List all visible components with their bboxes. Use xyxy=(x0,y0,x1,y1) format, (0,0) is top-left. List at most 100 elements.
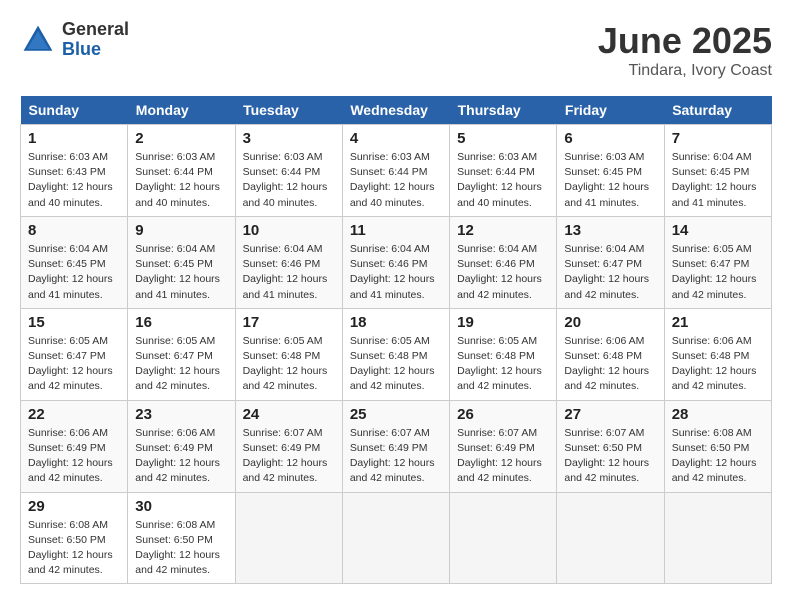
calendar-day-cell: 28 Sunrise: 6:08 AM Sunset: 6:50 PM Dayli… xyxy=(664,400,771,492)
day-info: Sunrise: 6:07 AM Sunset: 6:49 PM Dayligh… xyxy=(350,426,442,487)
day-info: Sunrise: 6:06 AM Sunset: 6:49 PM Dayligh… xyxy=(135,426,227,487)
day-info: Sunrise: 6:05 AM Sunset: 6:47 PM Dayligh… xyxy=(28,334,120,395)
day-info: Sunrise: 6:08 AM Sunset: 6:50 PM Dayligh… xyxy=(28,518,120,579)
calendar-day-cell: 19 Sunrise: 6:05 AM Sunset: 6:48 PM Dayli… xyxy=(450,308,557,400)
day-number: 15 xyxy=(28,314,120,331)
day-number: 1 xyxy=(28,130,120,147)
day-number: 19 xyxy=(457,314,549,331)
calendar-day-cell xyxy=(557,492,664,584)
calendar-day-cell: 6 Sunrise: 6:03 AM Sunset: 6:45 PM Daylig… xyxy=(557,125,664,217)
calendar-week-row: 1 Sunrise: 6:03 AM Sunset: 6:43 PM Daylig… xyxy=(21,125,772,217)
day-info: Sunrise: 6:03 AM Sunset: 6:43 PM Dayligh… xyxy=(28,150,120,211)
day-info: Sunrise: 6:05 AM Sunset: 6:48 PM Dayligh… xyxy=(243,334,335,395)
header: General Blue June 2025 Tindara, Ivory Co… xyxy=(20,20,772,80)
calendar-day-cell: 27 Sunrise: 6:07 AM Sunset: 6:50 PM Dayli… xyxy=(557,400,664,492)
day-number: 10 xyxy=(243,222,335,239)
logo: General Blue xyxy=(20,20,129,60)
calendar-day-cell: 21 Sunrise: 6:06 AM Sunset: 6:48 PM Dayli… xyxy=(664,308,771,400)
calendar-day-cell xyxy=(450,492,557,584)
calendar-week-row: 22Sunrise: 6:06 AM Sunset: 6:49 PM Dayli… xyxy=(21,400,772,492)
day-info: Sunrise: 6:05 AM Sunset: 6:47 PM Dayligh… xyxy=(672,242,764,303)
day-info: Sunrise: 6:04 AM Sunset: 6:46 PM Dayligh… xyxy=(243,242,335,303)
day-number: 5 xyxy=(457,130,549,147)
calendar-day-cell: 12 Sunrise: 6:04 AM Sunset: 6:46 PM Dayli… xyxy=(450,216,557,308)
calendar-day-cell: 16 Sunrise: 6:05 AM Sunset: 6:47 PM Dayli… xyxy=(128,308,235,400)
calendar-day-cell: 13Sunrise: 6:04 AM Sunset: 6:47 PM Dayli… xyxy=(557,216,664,308)
day-info: Sunrise: 6:06 AM Sunset: 6:48 PM Dayligh… xyxy=(672,334,764,395)
day-info: Sunrise: 6:07 AM Sunset: 6:49 PM Dayligh… xyxy=(457,426,549,487)
day-info: Sunrise: 6:03 AM Sunset: 6:44 PM Dayligh… xyxy=(350,150,442,211)
calendar-day-cell: 10 Sunrise: 6:04 AM Sunset: 6:46 PM Dayli… xyxy=(235,216,342,308)
calendar-day-cell: 29 Sunrise: 6:08 AM Sunset: 6:50 PM Dayli… xyxy=(21,492,128,584)
day-info: Sunrise: 6:03 AM Sunset: 6:44 PM Dayligh… xyxy=(135,150,227,211)
weekday-header: Wednesday xyxy=(342,96,449,125)
calendar-day-cell: 25 Sunrise: 6:07 AM Sunset: 6:49 PM Dayli… xyxy=(342,400,449,492)
day-info: Sunrise: 6:04 AM Sunset: 6:45 PM Dayligh… xyxy=(28,242,120,303)
title-area: June 2025 Tindara, Ivory Coast xyxy=(598,20,772,80)
calendar-day-cell: 1 Sunrise: 6:03 AM Sunset: 6:43 PM Daylig… xyxy=(21,125,128,217)
day-info: Sunrise: 6:07 AM Sunset: 6:50 PM Dayligh… xyxy=(564,426,656,487)
day-info: Sunrise: 6:04 AM Sunset: 6:45 PM Dayligh… xyxy=(135,242,227,303)
day-number: 14 xyxy=(672,222,764,239)
day-number: 28 xyxy=(672,406,764,423)
calendar-day-cell: 4Sunrise: 6:03 AM Sunset: 6:44 PM Daylig… xyxy=(342,125,449,217)
day-info: Sunrise: 6:03 AM Sunset: 6:44 PM Dayligh… xyxy=(243,150,335,211)
day-number: 18 xyxy=(350,314,442,331)
weekday-header: Thursday xyxy=(450,96,557,125)
weekday-header: Sunday xyxy=(21,96,128,125)
calendar-day-cell: 20 Sunrise: 6:06 AM Sunset: 6:48 PM Dayli… xyxy=(557,308,664,400)
day-info: Sunrise: 6:05 AM Sunset: 6:47 PM Dayligh… xyxy=(135,334,227,395)
day-info: Sunrise: 6:04 AM Sunset: 6:46 PM Dayligh… xyxy=(350,242,442,303)
calendar-week-row: 15 Sunrise: 6:05 AM Sunset: 6:47 PM Dayli… xyxy=(21,308,772,400)
day-info: Sunrise: 6:08 AM Sunset: 6:50 PM Dayligh… xyxy=(135,518,227,579)
day-info: Sunrise: 6:04 AM Sunset: 6:45 PM Dayligh… xyxy=(672,150,764,211)
calendar-day-cell: 7 Sunrise: 6:04 AM Sunset: 6:45 PM Daylig… xyxy=(664,125,771,217)
day-number: 21 xyxy=(672,314,764,331)
day-number: 24 xyxy=(243,406,335,423)
weekday-header-row: SundayMondayTuesdayWednesdayThursdayFrid… xyxy=(21,96,772,125)
day-info: Sunrise: 6:06 AM Sunset: 6:49 PM Dayligh… xyxy=(28,426,120,487)
calendar-day-cell: 18 Sunrise: 6:05 AM Sunset: 6:48 PM Dayli… xyxy=(342,308,449,400)
day-number: 12 xyxy=(457,222,549,239)
day-number: 23 xyxy=(135,406,227,423)
logo-blue: Blue xyxy=(62,40,129,60)
calendar-week-row: 8 Sunrise: 6:04 AM Sunset: 6:45 PM Daylig… xyxy=(21,216,772,308)
day-number: 25 xyxy=(350,406,442,423)
day-number: 17 xyxy=(243,314,335,331)
day-info: Sunrise: 6:06 AM Sunset: 6:48 PM Dayligh… xyxy=(564,334,656,395)
calendar-day-cell: 9Sunrise: 6:04 AM Sunset: 6:45 PM Daylig… xyxy=(128,216,235,308)
calendar-table: SundayMondayTuesdayWednesdayThursdayFrid… xyxy=(20,96,772,584)
day-info: Sunrise: 6:05 AM Sunset: 6:48 PM Dayligh… xyxy=(457,334,549,395)
day-number: 2 xyxy=(135,130,227,147)
calendar-day-cell: 8 Sunrise: 6:04 AM Sunset: 6:45 PM Daylig… xyxy=(21,216,128,308)
day-info: Sunrise: 6:08 AM Sunset: 6:50 PM Dayligh… xyxy=(672,426,764,487)
day-info: Sunrise: 6:03 AM Sunset: 6:45 PM Dayligh… xyxy=(564,150,656,211)
calendar-day-cell: 26 Sunrise: 6:07 AM Sunset: 6:49 PM Dayli… xyxy=(450,400,557,492)
calendar-day-cell xyxy=(664,492,771,584)
day-number: 6 xyxy=(564,130,656,147)
calendar-week-row: 29 Sunrise: 6:08 AM Sunset: 6:50 PM Dayli… xyxy=(21,492,772,584)
day-number: 16 xyxy=(135,314,227,331)
day-info: Sunrise: 6:04 AM Sunset: 6:46 PM Dayligh… xyxy=(457,242,549,303)
day-number: 11 xyxy=(350,222,442,239)
calendar-day-cell xyxy=(342,492,449,584)
calendar-day-cell: 3 Sunrise: 6:03 AM Sunset: 6:44 PM Daylig… xyxy=(235,125,342,217)
weekday-header: Tuesday xyxy=(235,96,342,125)
day-number: 13 xyxy=(564,222,656,239)
day-number: 26 xyxy=(457,406,549,423)
day-info: Sunrise: 6:05 AM Sunset: 6:48 PM Dayligh… xyxy=(350,334,442,395)
day-number: 29 xyxy=(28,498,120,515)
location-title: Tindara, Ivory Coast xyxy=(598,62,772,80)
calendar-day-cell: 23 Sunrise: 6:06 AM Sunset: 6:49 PM Dayli… xyxy=(128,400,235,492)
calendar-day-cell: 24Sunrise: 6:07 AM Sunset: 6:49 PM Dayli… xyxy=(235,400,342,492)
logo-general: General xyxy=(62,20,129,40)
day-number: 7 xyxy=(672,130,764,147)
day-number: 3 xyxy=(243,130,335,147)
logo-text: General Blue xyxy=(62,20,129,60)
day-number: 20 xyxy=(564,314,656,331)
day-number: 30 xyxy=(135,498,227,515)
day-number: 27 xyxy=(564,406,656,423)
weekday-header: Monday xyxy=(128,96,235,125)
day-number: 8 xyxy=(28,222,120,239)
calendar-day-cell: 2 Sunrise: 6:03 AM Sunset: 6:44 PM Daylig… xyxy=(128,125,235,217)
